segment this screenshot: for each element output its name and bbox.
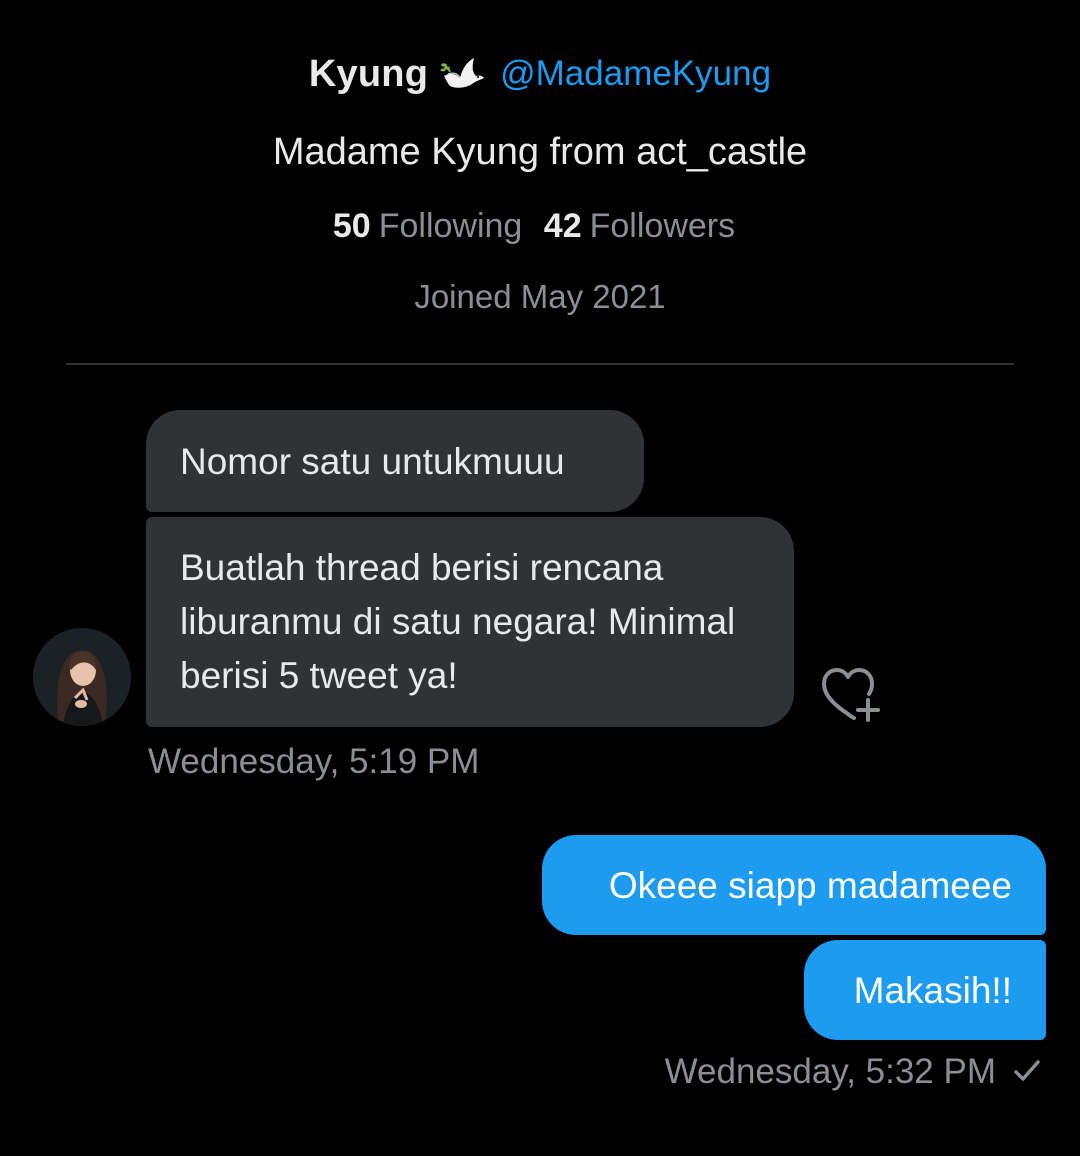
followers-label: Followers	[589, 207, 736, 245]
following-link[interactable]: 50 Following	[333, 207, 544, 245]
joined-date: Joined May 2021	[414, 278, 666, 315]
avatar[interactable]	[33, 628, 131, 726]
name-row: Kyung @MadameKyung	[0, 48, 1080, 100]
dove-icon	[438, 54, 486, 94]
divider	[66, 363, 1014, 365]
profile-bio: Madame Kyung from act_castle	[272, 131, 808, 173]
received-message[interactable]: Nomor satu untukmuuu	[146, 410, 644, 512]
heart-add-icon[interactable]	[818, 664, 886, 726]
stats-row: 50 Following 42 Followers	[0, 202, 1080, 250]
sent-message[interactable]: Okeee siapp madameee	[542, 835, 1046, 935]
following-label: Following	[378, 207, 523, 245]
followers-link[interactable]: 42 Followers	[544, 207, 747, 245]
received-message[interactable]: Buatlah thread berisi rencana liburanmu …	[146, 517, 794, 727]
followers-count: 42	[543, 207, 582, 245]
following-count: 50	[332, 207, 371, 245]
check-icon	[1012, 1056, 1042, 1086]
profile-header: Kyung @MadameKyung Madame Kyung from act…	[0, 0, 1080, 366]
sent-timestamp: Wednesday, 5:32 PM	[664, 1052, 996, 1091]
received-timestamp: Wednesday, 5:19 PM	[148, 742, 480, 781]
handle-link[interactable]: @MadameKyung	[500, 54, 771, 94]
display-name[interactable]: Kyung	[309, 53, 428, 96]
sent-message[interactable]: Makasih!!	[804, 940, 1046, 1040]
